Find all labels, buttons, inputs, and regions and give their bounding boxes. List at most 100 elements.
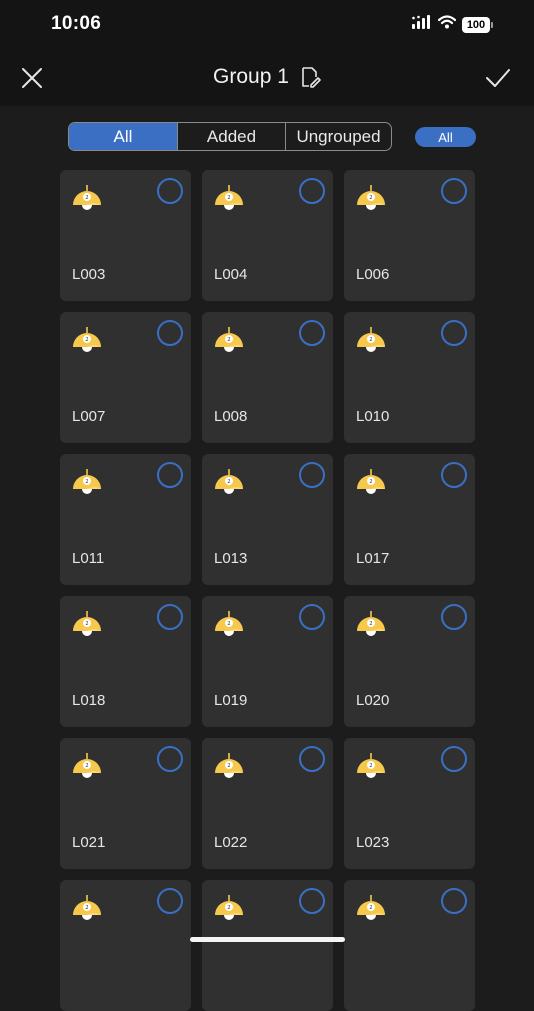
pendant-lamp-icon: 2 xyxy=(71,469,103,499)
select-checkbox[interactable] xyxy=(299,178,325,204)
select-checkbox[interactable] xyxy=(441,604,467,630)
select-checkbox[interactable] xyxy=(441,320,467,346)
pendant-lamp-icon: 2 xyxy=(213,611,245,641)
device-card[interactable]: 2 L023 xyxy=(344,738,475,869)
pendant-lamp-icon: 2 xyxy=(355,753,387,783)
battery-icon: 100 xyxy=(462,16,493,33)
select-checkbox[interactable] xyxy=(157,888,183,914)
device-card[interactable]: 2 L008 xyxy=(202,312,333,443)
device-card[interactable]: 2 L020 xyxy=(344,596,475,727)
device-name: L004 xyxy=(214,266,248,283)
device-card[interactable]: 2 L006 xyxy=(344,170,475,301)
svg-text:2: 2 xyxy=(227,195,230,201)
pendant-lamp-icon: 2 xyxy=(355,895,387,925)
svg-text:2: 2 xyxy=(85,195,88,201)
svg-text:2: 2 xyxy=(85,905,88,911)
svg-text:2: 2 xyxy=(227,479,230,485)
tab-ungrouped[interactable]: Ungrouped xyxy=(285,123,391,150)
device-name: L003 xyxy=(72,266,106,283)
svg-text:2: 2 xyxy=(85,337,88,343)
device-name: L013 xyxy=(214,550,248,567)
pendant-lamp-icon: 2 xyxy=(71,185,103,215)
tab-all[interactable]: All xyxy=(69,123,177,150)
select-checkbox[interactable] xyxy=(441,178,467,204)
device-card[interactable]: 2 xyxy=(344,880,475,1011)
device-name: L006 xyxy=(356,266,390,283)
wifi-icon xyxy=(437,15,457,34)
svg-text:2: 2 xyxy=(369,337,372,343)
select-checkbox[interactable] xyxy=(299,888,325,914)
svg-text:2: 2 xyxy=(369,905,372,911)
pendant-lamp-icon: 2 xyxy=(213,895,245,925)
select-checkbox[interactable] xyxy=(441,746,467,772)
select-all-button[interactable]: All xyxy=(415,127,476,147)
pendant-lamp-icon: 2 xyxy=(355,327,387,357)
device-name: L020 xyxy=(356,692,390,709)
device-card[interactable]: 2 L004 xyxy=(202,170,333,301)
pendant-lamp-icon: 2 xyxy=(355,469,387,499)
device-name: L017 xyxy=(356,550,390,567)
select-checkbox[interactable] xyxy=(157,604,183,630)
status-time: 10:06 xyxy=(51,13,102,34)
svg-text:2: 2 xyxy=(85,763,88,769)
select-checkbox[interactable] xyxy=(157,320,183,346)
pendant-lamp-icon: 2 xyxy=(213,469,245,499)
pendant-lamp-icon: 2 xyxy=(71,753,103,783)
device-card[interactable]: 2 L019 xyxy=(202,596,333,727)
svg-text:2: 2 xyxy=(227,905,230,911)
pendant-lamp-icon: 2 xyxy=(71,611,103,641)
select-checkbox[interactable] xyxy=(157,462,183,488)
select-checkbox[interactable] xyxy=(299,604,325,630)
header: Group 1 xyxy=(0,50,534,106)
device-card[interactable]: 2 xyxy=(202,880,333,1011)
page-title: Group 1 xyxy=(213,65,289,88)
device-card[interactable]: 2 L013 xyxy=(202,454,333,585)
header-title-group: Group 1 xyxy=(0,65,534,89)
svg-text:2: 2 xyxy=(227,621,230,627)
device-card[interactable]: 2 xyxy=(60,880,191,1011)
device-card[interactable]: 2 L011 xyxy=(60,454,191,585)
svg-text:2: 2 xyxy=(227,337,230,343)
pendant-lamp-icon: 2 xyxy=(71,327,103,357)
device-name: L010 xyxy=(356,408,390,425)
pendant-lamp-icon: 2 xyxy=(213,327,245,357)
status-bar: 10:06 100 xyxy=(0,0,534,50)
device-card[interactable]: 2 L018 xyxy=(60,596,191,727)
device-card[interactable]: 2 L017 xyxy=(344,454,475,585)
svg-text:2: 2 xyxy=(369,479,372,485)
edit-name-button[interactable] xyxy=(299,66,321,88)
device-grid: 2 L003 2 L004 2 L006 2 L007 2 L008 2 L010 2 L011 2 L013… xyxy=(60,170,475,1011)
pendant-lamp-icon: 2 xyxy=(213,185,245,215)
confirm-button[interactable] xyxy=(484,64,512,92)
device-name: L007 xyxy=(72,408,106,425)
tab-added[interactable]: Added xyxy=(177,123,285,150)
device-card[interactable]: 2 L021 xyxy=(60,738,191,869)
device-name: L023 xyxy=(356,834,390,851)
device-card[interactable]: 2 L010 xyxy=(344,312,475,443)
svg-text:2: 2 xyxy=(227,763,230,769)
svg-text:2: 2 xyxy=(369,195,372,201)
pendant-lamp-icon: 2 xyxy=(213,753,245,783)
select-checkbox[interactable] xyxy=(441,462,467,488)
select-checkbox[interactable] xyxy=(299,746,325,772)
pendant-lamp-icon: 2 xyxy=(355,611,387,641)
device-card[interactable]: 2 L007 xyxy=(60,312,191,443)
select-checkbox[interactable] xyxy=(299,320,325,346)
device-name: L011 xyxy=(72,550,105,567)
select-checkbox[interactable] xyxy=(157,178,183,204)
select-checkbox[interactable] xyxy=(299,462,325,488)
device-name: L021 xyxy=(72,834,106,851)
select-checkbox[interactable] xyxy=(157,746,183,772)
device-name: L022 xyxy=(214,834,248,851)
device-card[interactable]: 2 L003 xyxy=(60,170,191,301)
svg-text:2: 2 xyxy=(369,621,372,627)
check-icon xyxy=(486,69,510,87)
device-name: L018 xyxy=(72,692,106,709)
pendant-lamp-icon: 2 xyxy=(355,185,387,215)
select-checkbox[interactable] xyxy=(441,888,467,914)
home-indicator xyxy=(190,937,345,942)
device-name: L008 xyxy=(214,408,248,425)
pendant-lamp-icon: 2 xyxy=(71,895,103,925)
svg-text:2: 2 xyxy=(85,479,88,485)
device-card[interactable]: 2 L022 xyxy=(202,738,333,869)
